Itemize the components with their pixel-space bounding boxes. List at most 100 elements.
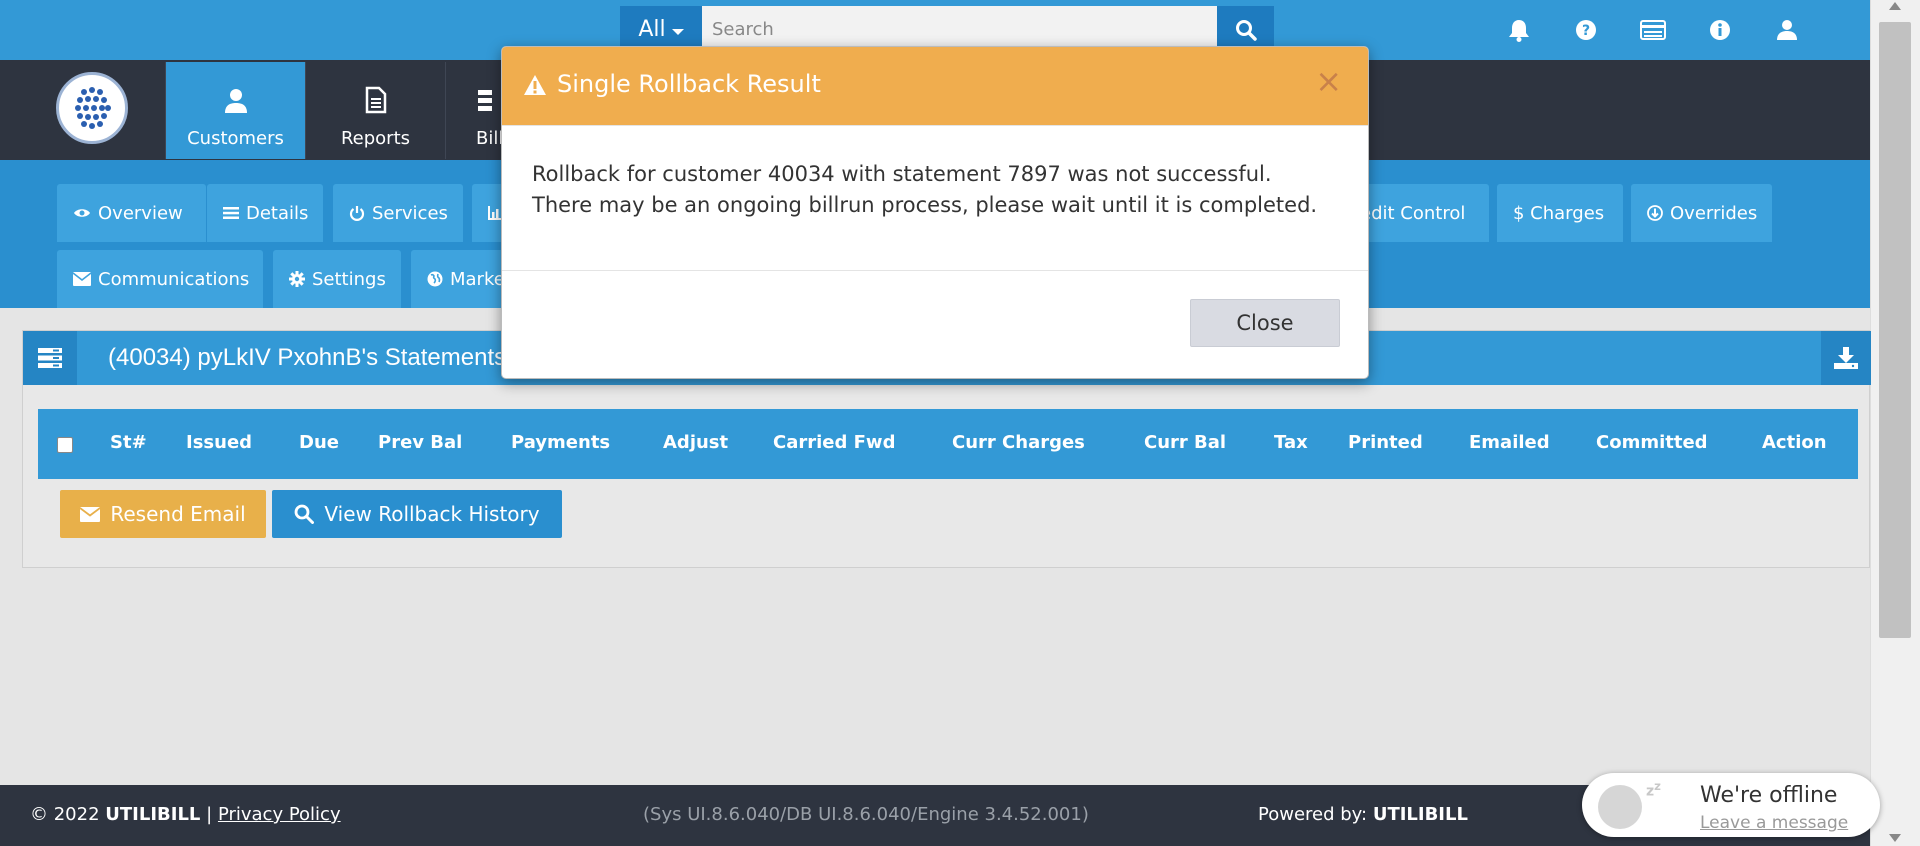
globe-icon [427,271,443,287]
user-icon [224,89,247,113]
column-header[interactable]: Printed [1348,432,1423,453]
modal-message-line: There may be an ongoing billrun process,… [532,193,1318,217]
scrollbar-thumb[interactable] [1879,22,1911,638]
resend-email-label: Resend Email [110,502,246,526]
question-icon: ? [1575,20,1596,40]
stack-icon [38,348,62,368]
column-header[interactable]: Payments [511,432,610,453]
column-header[interactable]: Due [299,432,339,453]
column-header[interactable]: Adjust [663,432,728,453]
panel-title: (40034) pyLkIV PxohnB's Statements [108,344,507,371]
tab-communications[interactable]: Communications [57,250,263,308]
bell-icon [1508,20,1529,42]
tab-overview-label: Overview [98,202,183,224]
arrow-circle-icon [1647,205,1663,221]
notifications-button[interactable] [1485,0,1552,60]
eye-icon [74,209,90,217]
tab-settings[interactable]: Settings [273,250,401,308]
column-header[interactable]: Issued [186,432,252,453]
column-header[interactable]: Curr Charges [952,432,1085,453]
tab-details-label: Details [246,202,309,224]
page-scrollbar[interactable] [1870,0,1920,846]
modal-divider [502,270,1368,271]
scroll-down-icon[interactable] [1889,834,1901,842]
top-icon-bar: ? [1485,0,1820,60]
copyright-text: © 2022 [30,804,100,825]
footer-copyright: © 2022 UTILIBILL | Privacy Policy [30,804,341,825]
warning-icon [524,75,546,95]
nav-bill-label: Bill [476,128,501,149]
tab-credit-control[interactable]: edit Control [1355,184,1489,242]
nav-customers-label: Customers [187,128,284,149]
powered-by: Powered by: UTILIBILL [1258,804,1468,825]
tab-overrides[interactable]: Overrides [1631,184,1772,242]
column-header[interactable]: Prev Bal [378,432,462,453]
sleeping-face-icon [1598,785,1642,829]
svg-text:?: ? [1581,23,1589,39]
caret-down-icon [671,28,684,35]
sleep-z-icon: zz [1646,779,1661,800]
billing-button[interactable] [1619,0,1686,60]
rollback-result-modal: Single Rollback Result × Rollback for cu… [501,46,1369,379]
modal-header: Single Rollback Result × [502,47,1368,126]
list-icon [478,90,492,111]
tab-credit-control-label: edit Control [1360,202,1466,224]
version-info: (Sys UI.8.6.040/DB UI.8.6.040/Engine 3.4… [643,804,1089,825]
search-icon [294,504,315,524]
column-header[interactable]: Carried Fwd [773,432,895,453]
column-header[interactable]: Emailed [1469,432,1550,453]
privacy-policy-link[interactable]: Privacy Policy [218,804,341,825]
column-header[interactable]: Action [1762,432,1827,453]
power-icon [349,206,365,221]
resend-email-button[interactable]: Resend Email [60,490,266,538]
statements-table-header: St# Issued Due Prev Bal Payments Adjust … [38,409,1858,479]
user-icon [1776,20,1797,40]
document-icon [365,86,386,114]
column-header[interactable]: Curr Bal [1144,432,1226,453]
download-icon [1834,347,1858,369]
modal-close-button[interactable]: Close [1190,299,1340,347]
select-all-checkbox[interactable] [57,437,73,453]
footer-separator: | [206,804,213,825]
search-scope-label: All [638,17,666,42]
tab-communications-label: Communications [98,268,250,290]
card-icon [1639,20,1666,40]
view-rollback-history-label: View Rollback History [324,502,540,526]
modal-message: Rollback for customer 40034 with stateme… [532,159,1317,221]
view-rollback-history-button[interactable]: View Rollback History [272,490,562,538]
brand-logo[interactable] [56,72,128,144]
column-header[interactable]: Committed [1596,432,1708,453]
tab-details[interactable]: Details [207,184,323,242]
tab-services[interactable]: Services [333,184,463,242]
modal-close-icon[interactable]: × [1315,65,1342,97]
info-icon [1709,20,1730,40]
scroll-up-icon[interactable] [1889,2,1901,10]
leave-message-link[interactable]: Leave a message [1700,813,1848,833]
list-icon [223,207,239,219]
tab-marketing[interactable]: Marke [411,250,511,308]
tab-overview[interactable]: Overview [57,184,206,242]
column-header[interactable]: St# [110,432,147,453]
user-menu-button[interactable] [1753,0,1820,60]
powered-by-label: Powered by: [1258,804,1368,825]
info-button[interactable] [1686,0,1753,60]
utilibill-logo-icon [75,87,111,129]
chat-widget[interactable]: zz We're offline Leave a message [1582,773,1880,837]
tab-marketing-label: Marke [450,268,505,290]
nav-customers[interactable]: Customers [165,62,305,159]
panel-menu-button[interactable] [23,331,77,385]
tab-overrides-label: Overrides [1670,202,1758,224]
modal-title: Single Rollback Result [557,70,821,98]
tab-services-label: Services [372,202,448,224]
column-header[interactable]: Tax [1274,432,1308,453]
help-button[interactable]: ? [1552,0,1619,60]
nav-reports-label: Reports [340,128,411,149]
nav-bill[interactable]: Bill [445,62,501,159]
powered-by-brand: UTILIBILL [1372,804,1468,825]
nav-reports[interactable]: Reports [305,62,445,159]
download-button[interactable] [1821,331,1871,385]
search-icon [1235,19,1257,41]
envelope-icon [80,506,101,522]
tab-settings-label: Settings [312,268,386,290]
tab-charges[interactable]: $ Charges [1497,184,1623,242]
